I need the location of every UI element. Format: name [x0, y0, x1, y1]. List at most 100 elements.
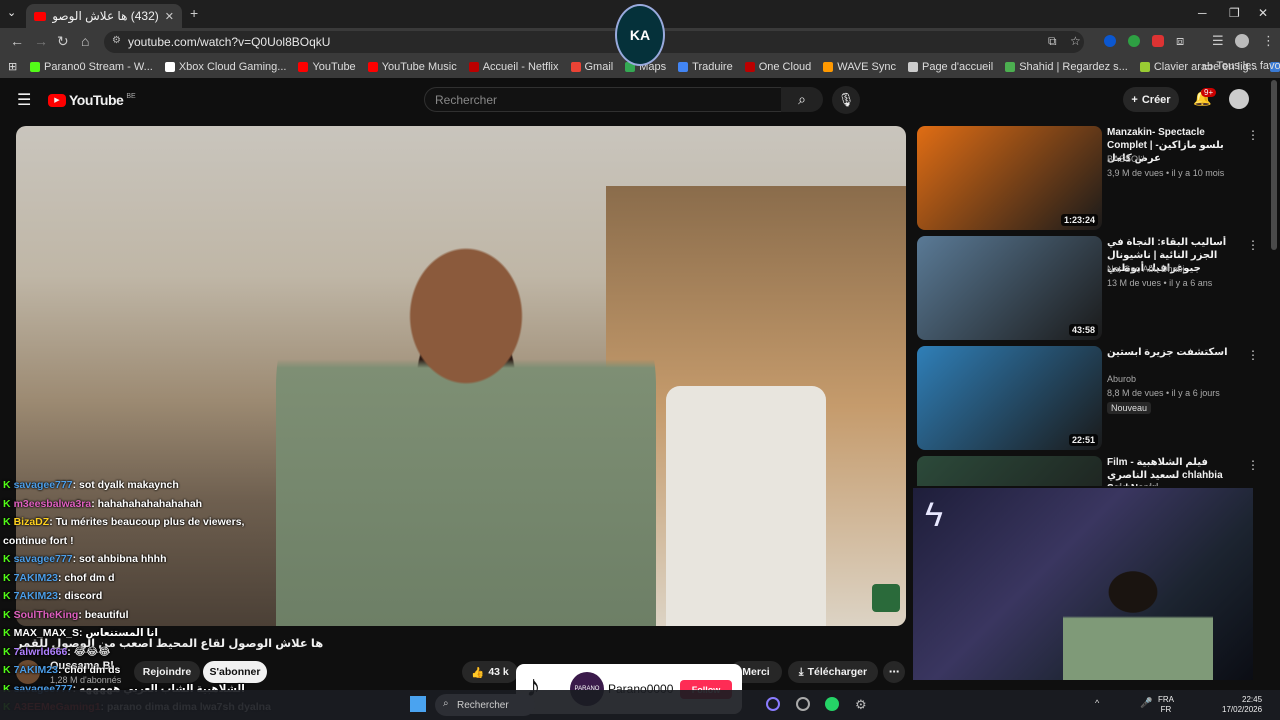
extensions-puzzle-icon[interactable]: ⧈: [1176, 33, 1184, 49]
address-bar[interactable]: ⚙ youtube.com/watch?v=Q0Uol8BOqkU ⧉ ☆: [104, 31, 1084, 53]
recommended-video[interactable]: Film - فيلم الشلاهبية لسعيد الناصري chla…: [917, 456, 1257, 486]
bookmark-item[interactable]: WAVE Sync: [823, 61, 896, 73]
recommended-video[interactable]: 1:23:24 Manzakin- Spectacle Complet | بلس…: [917, 126, 1257, 232]
reload-icon[interactable]: ↻: [57, 33, 69, 50]
more-actions-button[interactable]: ⋯: [883, 661, 905, 683]
forward-icon[interactable]: →: [34, 33, 48, 49]
kick-icon: K: [3, 516, 11, 528]
browser-menu-icon[interactable]: ⋮: [1262, 33, 1275, 49]
reading-list-icon[interactable]: ☰: [1212, 33, 1224, 49]
search-input[interactable]: Rechercher: [424, 87, 782, 112]
input-language[interactable]: FRA FR: [1158, 695, 1174, 715]
bookmark-item[interactable]: YouTube Music: [367, 61, 457, 73]
channel-name[interactable]: Nat Geo Abu Dhabi: [1107, 264, 1185, 274]
windows-taskbar: [0, 690, 1280, 720]
new-tab-icon[interactable]: +: [190, 5, 198, 21]
tab-title: (432) ها علاش الوصول لقاع: [52, 9, 159, 23]
restore-icon[interactable]: ❐: [1229, 6, 1240, 20]
profile-avatar[interactable]: [1235, 34, 1249, 48]
browser-tab-active[interactable]: (432) ها علاش الوصول لقاع ✕: [26, 4, 182, 28]
subscribe-button[interactable]: S'abonner: [203, 661, 267, 683]
join-button[interactable]: Rejoindre: [134, 661, 200, 683]
plus-icon: +: [1131, 93, 1138, 106]
video-metadata: 8,8 M de vues • il y a 6 jours: [1107, 388, 1220, 398]
minimize-icon[interactable]: ─: [1198, 6, 1207, 20]
bookmark-item[interactable]: Page d'accueil: [907, 61, 993, 73]
video-metadata: 13 M de vues • il y a 6 ans: [1107, 278, 1213, 288]
download-button[interactable]: ⤓ Télécharger: [788, 661, 878, 683]
video-menu-icon[interactable]: ⋮: [1247, 458, 1257, 472]
bookmark-item[interactable]: One Cloud: [744, 61, 811, 73]
home-icon[interactable]: ⌂: [81, 33, 89, 49]
bookmark-item[interactable]: Xbox Cloud Gaming...: [164, 61, 286, 73]
video-title[interactable]: Film - فيلم الشلاهبية لسعيد الناصري chla…: [1107, 456, 1237, 486]
tray-mic-icon[interactable]: 🎤: [1140, 698, 1152, 709]
windows-start-icon[interactable]: [410, 696, 426, 712]
back-icon[interactable]: ←: [10, 33, 24, 49]
video-thumbnail[interactable]: 22:51: [917, 346, 1102, 450]
cast-icon[interactable]: ⧉: [1048, 34, 1057, 49]
tab-search-icon[interactable]: ⌄: [7, 6, 16, 19]
chat-text: : hahahahahahahahah: [91, 497, 203, 510]
video-player[interactable]: [16, 126, 906, 626]
bookmark-favicon-icon: [30, 62, 40, 72]
bookmark-favicon-icon: [744, 62, 755, 72]
all-favorites-button[interactable]: ▭ Tous les favoris: [1202, 60, 1280, 73]
system-clock[interactable]: 22:45 17/02/2026: [1222, 695, 1262, 715]
apps-grid-icon[interactable]: ⊞: [8, 60, 17, 73]
whatsapp-icon[interactable]: [825, 697, 839, 711]
video-thumbnail[interactable]: [917, 456, 1102, 486]
taskbar-app-icon[interactable]: [766, 697, 780, 711]
page-scrollbar[interactable]: [1271, 80, 1277, 250]
kick-icon: K: [3, 590, 11, 602]
recommended-video[interactable]: 43:58 أساليب البقاء: النجاة في الجزر النا…: [917, 236, 1257, 342]
tab-close-icon[interactable]: ✕: [165, 10, 174, 23]
chat-username: SoulTheKing: [13, 608, 79, 621]
video-presenter: [276, 196, 656, 626]
hamburger-menu-icon[interactable]: ☰: [17, 90, 31, 110]
settings-gear-icon[interactable]: ⚙: [855, 697, 867, 713]
video-menu-icon[interactable]: ⋮: [1247, 348, 1257, 362]
kick-icon: K: [3, 627, 11, 639]
extension-icon[interactable]: [1128, 35, 1140, 47]
video-thumbnail[interactable]: 1:23:24: [917, 126, 1102, 230]
chat-message: Ksavagee777: sot dyalk makaynch: [3, 479, 179, 491]
bookmark-item[interactable]: Shahid | Regardez s...: [1005, 61, 1128, 73]
channel-name[interactable]: BASSOU: [1107, 154, 1145, 164]
channel-watermark[interactable]: [872, 584, 900, 612]
recommended-video[interactable]: 22:51 اسكتشفت جزيرة ابستين Aburob 8,8 M de …: [917, 346, 1257, 452]
bookmark-item[interactable]: Traduire: [678, 61, 733, 73]
channel-name[interactable]: Said Naciri: [1107, 484, 1151, 486]
youtube-logo[interactable]: ▶ YouTube BE: [48, 92, 136, 108]
streamer-webcam: ϟ: [913, 488, 1253, 680]
video-thumbnail[interactable]: 43:58: [917, 236, 1102, 340]
create-button[interactable]: + Créer: [1123, 87, 1179, 112]
like-button[interactable]: 👍 43 k: [462, 661, 518, 683]
taskbar-search[interactable]: ⌕ Rechercher: [435, 694, 535, 716]
bookmark-favicon-icon: [907, 62, 918, 72]
extension-icon[interactable]: [1104, 35, 1116, 47]
account-avatar[interactable]: [1229, 89, 1249, 109]
chat-message: K SoulTheKing: beautiful: [3, 609, 129, 621]
voice-search-button[interactable]: 🎙: [832, 86, 860, 114]
tray-chevron-icon[interactable]: ^: [1095, 698, 1099, 708]
chat-text: : sot ahbibna hhhh: [72, 553, 167, 565]
search-button[interactable]: ⌕: [781, 87, 823, 112]
bookmark-item[interactable]: YouTube: [298, 61, 356, 73]
bookmark-favicon-icon: [823, 62, 834, 72]
channel-name[interactable]: Aburob: [1107, 374, 1136, 384]
bookmark-item[interactable]: Accueil - Netflix: [468, 61, 559, 73]
bookmark-item[interactable]: Parano0 Stream - W...: [30, 61, 153, 73]
bookmark-star-icon[interactable]: ☆: [1070, 34, 1081, 48]
video-menu-icon[interactable]: ⋮: [1247, 128, 1257, 142]
video-title[interactable]: اسكتشفت جزيرة ابستين: [1107, 346, 1237, 359]
site-info-icon[interactable]: ⚙: [112, 35, 121, 46]
chat-username: 7AKIM23: [13, 571, 58, 584]
taskbar-app-icon[interactable]: [796, 697, 810, 711]
close-window-icon[interactable]: ✕: [1258, 6, 1268, 20]
download-icon: ⤓: [798, 665, 804, 678]
video-menu-icon[interactable]: ⋮: [1247, 238, 1257, 252]
bookmark-item[interactable]: Gmail: [570, 61, 613, 73]
extension-icon[interactable]: [1152, 35, 1164, 47]
bookmark-favicon-icon: [468, 62, 479, 72]
